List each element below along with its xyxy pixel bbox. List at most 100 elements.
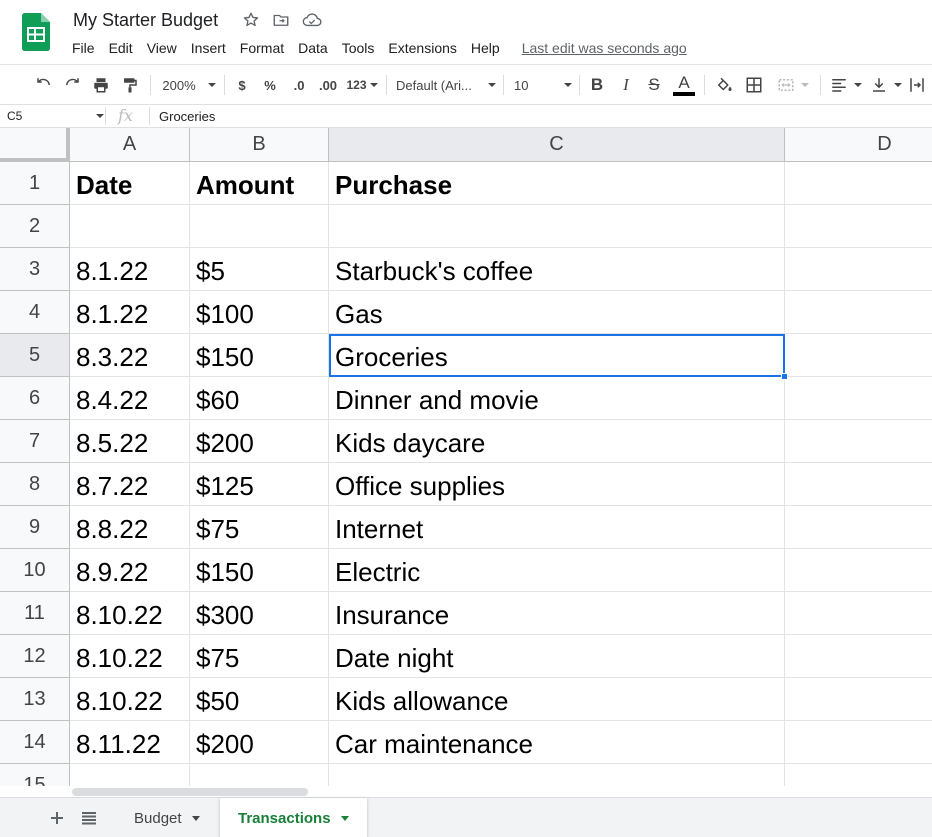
cell[interactable]: 8.10.22 [70, 678, 190, 721]
borders-icon[interactable] [743, 73, 765, 97]
cell[interactable]: Amount [190, 162, 329, 205]
currency-format-button[interactable]: $ [233, 73, 251, 97]
cell[interactable]: $125 [190, 463, 329, 506]
fill-color-icon[interactable] [713, 73, 735, 97]
cell[interactable]: $5 [190, 248, 329, 291]
cell[interactable] [785, 377, 932, 420]
cell[interactable] [785, 549, 932, 592]
cell[interactable] [785, 721, 932, 764]
cell[interactable]: Dinner and movie [329, 377, 785, 420]
menu-format[interactable]: Format [240, 40, 284, 56]
cell[interactable] [785, 162, 932, 205]
row-header[interactable]: 1 [0, 162, 70, 205]
cell[interactable]: Kids daycare [329, 420, 785, 463]
zoom-select[interactable]: 200% [160, 73, 218, 97]
sheets-logo-icon[interactable] [22, 13, 50, 51]
cell[interactable]: $75 [190, 635, 329, 678]
cell[interactable]: Purchase [329, 162, 785, 205]
name-box[interactable]: C5 [0, 105, 104, 127]
paint-format-icon[interactable] [119, 73, 141, 97]
cell[interactable]: Starbuck's coffee [329, 248, 785, 291]
bold-button[interactable]: B [587, 73, 607, 97]
cell[interactable] [785, 678, 932, 721]
undo-icon[interactable] [33, 73, 55, 97]
row-header[interactable]: 11 [0, 592, 70, 635]
cell[interactable]: Internet [329, 506, 785, 549]
font-size-select[interactable]: 10 [514, 73, 572, 97]
cell[interactable]: 8.10.22 [70, 635, 190, 678]
star-icon[interactable] [241, 10, 261, 30]
menu-data[interactable]: Data [298, 40, 328, 56]
cell[interactable]: 8.7.22 [70, 463, 190, 506]
cell[interactable] [785, 420, 932, 463]
cell[interactable] [785, 506, 932, 549]
cell[interactable] [785, 334, 932, 377]
cell[interactable] [785, 592, 932, 635]
column-header-a[interactable]: A [70, 128, 190, 162]
row-header[interactable]: 4 [0, 291, 70, 334]
cell[interactable]: $150 [190, 334, 329, 377]
row-header[interactable]: 12 [0, 635, 70, 678]
move-to-folder-icon[interactable] [271, 10, 291, 30]
cell[interactable] [70, 764, 190, 786]
cell[interactable]: $300 [190, 592, 329, 635]
row-header[interactable]: 6 [0, 377, 70, 420]
cell[interactable]: $200 [190, 420, 329, 463]
cell[interactable]: Electric [329, 549, 785, 592]
chevron-down-icon[interactable] [96, 114, 104, 118]
strikethrough-button[interactable]: S [644, 73, 664, 97]
cell[interactable]: $200 [190, 721, 329, 764]
row-header[interactable]: 9 [0, 506, 70, 549]
cell[interactable] [785, 764, 932, 786]
cell[interactable]: $150 [190, 549, 329, 592]
last-edit-link[interactable]: Last edit was seconds ago [522, 40, 687, 56]
sheet-tab-transactions[interactable]: Transactions [220, 798, 367, 837]
font-family-select[interactable]: Default (Ari... [396, 73, 496, 97]
scrollbar-thumb[interactable] [72, 788, 308, 796]
cell[interactable]: Insurance [329, 592, 785, 635]
column-header-d[interactable]: D [785, 128, 932, 162]
cell[interactable]: 8.10.22 [70, 592, 190, 635]
cell[interactable]: $100 [190, 291, 329, 334]
row-header[interactable]: 10 [0, 549, 70, 592]
sheet-tab-budget[interactable]: Budget [116, 798, 218, 837]
all-sheets-icon[interactable] [78, 807, 100, 829]
row-header[interactable]: 3 [0, 248, 70, 291]
vertical-align-icon[interactable] [869, 73, 903, 97]
fill-handle[interactable] [781, 373, 788, 380]
text-wrap-icon[interactable] [906, 73, 928, 97]
cell[interactable] [190, 205, 329, 248]
document-title[interactable]: My Starter Budget [73, 10, 218, 31]
cell[interactable] [785, 205, 932, 248]
cell[interactable] [785, 463, 932, 506]
cell[interactable] [329, 764, 785, 786]
menu-tools[interactable]: Tools [342, 40, 375, 56]
row-header[interactable]: 15 [0, 764, 70, 786]
align-left-icon[interactable] [829, 73, 863, 97]
menu-help[interactable]: Help [471, 40, 500, 56]
column-header-b[interactable]: B [190, 128, 329, 162]
cell[interactable] [785, 291, 932, 334]
cell[interactable]: 8.4.22 [70, 377, 190, 420]
cloud-saved-icon[interactable] [302, 10, 322, 30]
cell[interactable]: 8.1.22 [70, 291, 190, 334]
merge-cells-icon[interactable] [774, 73, 812, 97]
row-header[interactable]: 13 [0, 678, 70, 721]
menu-insert[interactable]: Insert [191, 40, 226, 56]
row-header[interactable]: 14 [0, 721, 70, 764]
cell[interactable]: 8.5.22 [70, 420, 190, 463]
cell[interactable]: 8.11.22 [70, 721, 190, 764]
cell[interactable]: 8.1.22 [70, 248, 190, 291]
cell[interactable]: Car maintenance [329, 721, 785, 764]
decrease-decimal-button[interactable]: .0 [288, 73, 310, 97]
row-header[interactable]: 5 [0, 334, 70, 377]
column-header-c[interactable]: C [329, 128, 785, 162]
cell[interactable]: $75 [190, 506, 329, 549]
row-header[interactable]: 7 [0, 420, 70, 463]
percent-format-button[interactable]: % [261, 73, 279, 97]
menu-file[interactable]: File [72, 40, 95, 56]
cell[interactable]: Date [70, 162, 190, 205]
row-header[interactable]: 2 [0, 205, 70, 248]
menu-edit[interactable]: Edit [109, 40, 133, 56]
cell[interactable] [785, 248, 932, 291]
